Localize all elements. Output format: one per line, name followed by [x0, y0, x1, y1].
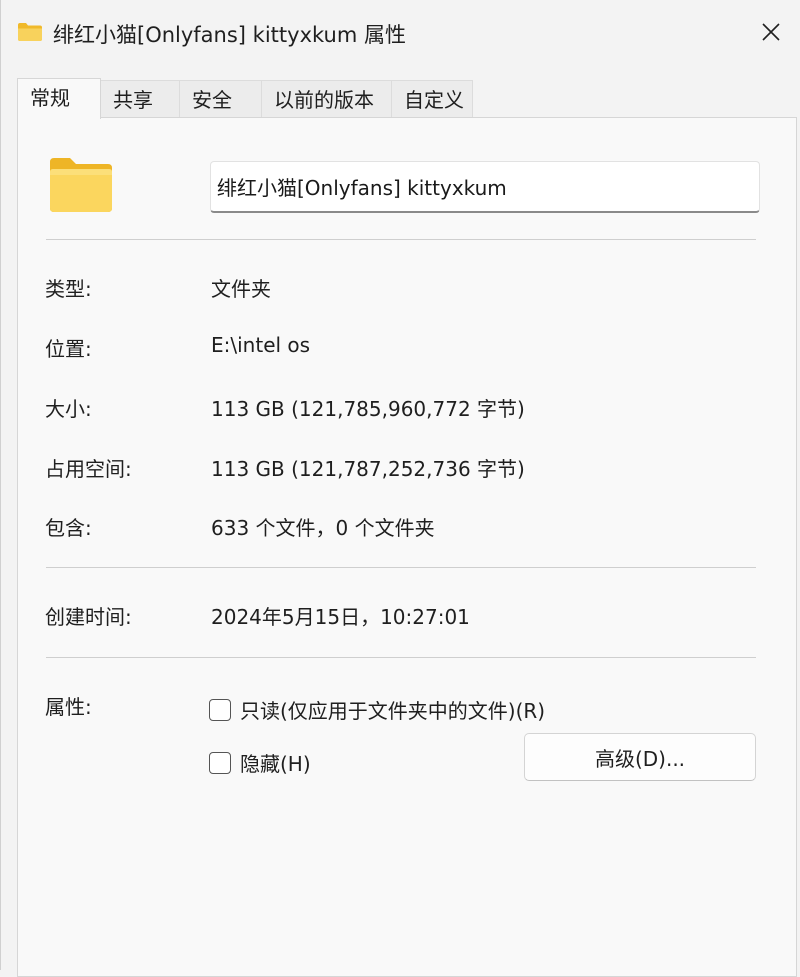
contains-value: 633 个文件，0 个文件夹 [211, 516, 435, 540]
size-label: 大小: [45, 397, 92, 421]
folder-name-input[interactable] [210, 161, 760, 213]
window-title: 绯红小猫[Onlyfans] kittyxkum 属性 [53, 23, 406, 47]
hidden-label: 隐藏(H) [240, 752, 311, 776]
location-label: 位置: [45, 337, 92, 361]
type-value: 文件夹 [211, 277, 271, 301]
advanced-button[interactable]: 高级(D)... [524, 733, 756, 781]
hidden-checkbox-row[interactable]: 隐藏(H) [209, 748, 311, 777]
readonly-checkbox-row[interactable]: 只读(仅应用于文件夹中的文件)(R) [209, 695, 545, 724]
location-value: E:\intel os [211, 333, 311, 357]
tab-general[interactable]: 常规 [17, 78, 101, 119]
close-button[interactable] [749, 12, 793, 52]
tab-previous-versions[interactable]: 以前的版本 [261, 80, 392, 118]
size-value: 113 GB (121,785,960,772 字节) [211, 397, 525, 421]
tab-customize[interactable]: 自定义 [391, 80, 473, 118]
hidden-checkbox[interactable] [209, 751, 231, 774]
type-label: 类型: [45, 277, 92, 301]
divider [46, 567, 756, 568]
divider [46, 239, 756, 240]
readonly-label: 只读(仅应用于文件夹中的文件)(R) [240, 699, 546, 723]
tab-sharing[interactable]: 共享 [100, 80, 180, 118]
title-bar[interactable]: 绯红小猫[Onlyfans] kittyxkum 属性 [1, 0, 800, 66]
readonly-checkbox[interactable] [209, 698, 231, 721]
attributes-label: 属性: [45, 695, 92, 719]
disk-size-label: 占用空间: [45, 457, 132, 481]
properties-dialog: 绯红小猫[Onlyfans] kittyxkum 属性 常规 共享 安全 以前的… [0, 0, 800, 977]
created-value: 2024年5月15日，10:27:01 [211, 605, 470, 629]
folder-large-icon [50, 158, 112, 212]
general-tab-panel: 类型: 文件夹 位置: E:\intel os 大小: 113 GB (121,… [17, 117, 797, 977]
divider [46, 657, 756, 658]
created-label: 创建时间: [45, 605, 132, 629]
close-icon [762, 23, 780, 41]
tab-strip: 常规 共享 安全 以前的版本 自定义 [17, 78, 473, 119]
tab-security[interactable]: 安全 [179, 80, 262, 118]
folder-icon [18, 23, 42, 41]
contains-label: 包含: [45, 516, 92, 540]
disk-size-value: 113 GB (121,787,252,736 字节) [211, 457, 525, 481]
